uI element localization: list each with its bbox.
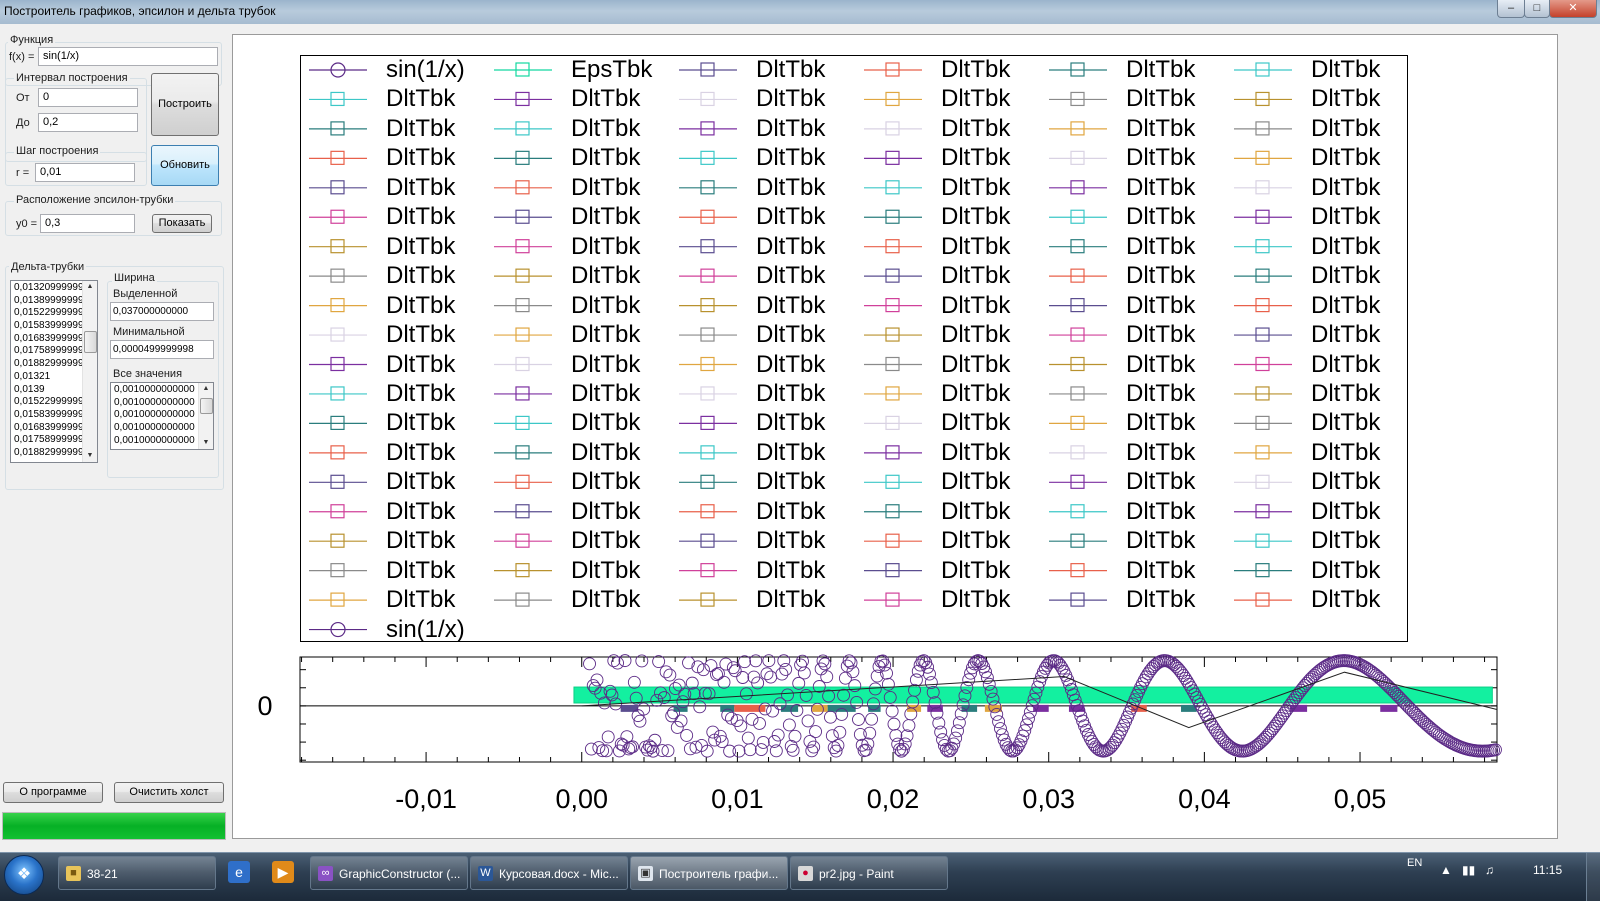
y-tick-label: 0 xyxy=(257,691,272,721)
x-tick-label: -0,01 xyxy=(395,784,457,814)
ie-icon[interactable]: e xyxy=(228,861,250,883)
delta-tube-segment xyxy=(734,704,766,712)
show-desktop-button[interactable] xyxy=(1586,853,1600,901)
visual-studio-icon: ∞ xyxy=(318,866,333,881)
taskbar-button-word[interactable]: W Курсовая.docx - Mic... xyxy=(470,856,628,890)
taskbar-button-label: GraphicConstructor (... xyxy=(339,867,461,881)
taskbar-button-label: pr2.jpg - Paint xyxy=(819,867,894,881)
x-tick-label: 0,03 xyxy=(1022,784,1075,814)
taskbar-button-explorer[interactable]: ■ 38-21 xyxy=(58,856,216,890)
show-hidden-icons-icon[interactable]: ▲ xyxy=(1440,863,1452,877)
app-icon: ▣ xyxy=(638,866,653,881)
x-tick-label: 0,00 xyxy=(555,784,608,814)
taskbar-button-paint[interactable]: ● pr2.jpg - Paint xyxy=(790,856,948,890)
x-tick-label: 0,01 xyxy=(711,784,764,814)
paint-icon: ● xyxy=(798,866,813,881)
taskbar-button-label: Курсовая.docx - Mic... xyxy=(499,867,619,881)
delta-tube-segment xyxy=(812,704,828,712)
delta-tube-segment xyxy=(1380,704,1398,712)
x-tick-label: 0,02 xyxy=(867,784,920,814)
taskbar: ❖ e ▶ ■ 38-21 ∞ GraphicConstructor (... … xyxy=(0,852,1600,901)
network-icon[interactable]: ▮▮ xyxy=(1462,863,1475,877)
volume-icon[interactable]: ♫ xyxy=(1485,863,1494,877)
x-tick-label: 0,05 xyxy=(1334,784,1387,814)
language-indicator[interactable]: EN xyxy=(1407,857,1422,869)
word-icon: W xyxy=(478,866,493,881)
chart-plot: -0,01 0,00 0,01 0,02 0,03 0,04 0,05 0 xyxy=(257,654,1502,814)
epsilon-tube xyxy=(573,686,1493,704)
folder-icon: ■ xyxy=(66,866,81,881)
taskbar-button-vs[interactable]: ∞ GraphicConstructor (... xyxy=(310,856,468,890)
taskbar-button-label: 38-21 xyxy=(87,867,118,881)
clock[interactable]: 11:15 xyxy=(1533,863,1562,877)
taskbar-button-label: Построитель графи... xyxy=(659,867,779,881)
windows-orb-icon[interactable]: ❖ xyxy=(4,855,44,895)
x-tick-label: 0,04 xyxy=(1178,784,1231,814)
taskbar-button-app[interactable]: ▣ Построитель графи... xyxy=(630,856,788,890)
media-player-icon[interactable]: ▶ xyxy=(272,861,294,883)
